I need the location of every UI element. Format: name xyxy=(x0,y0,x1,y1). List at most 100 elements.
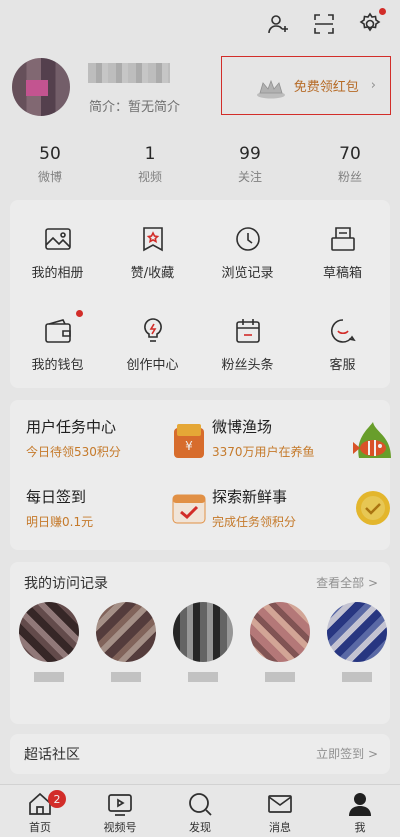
chevron-right-icon: › xyxy=(370,78,376,93)
bottom-tab-bar: 2 首页 视频号 发现 消息 我 xyxy=(0,784,400,837)
super-topic-card: 超话社区 立即签到 > xyxy=(10,734,390,774)
super-topic-title: 超话社区 xyxy=(24,747,80,763)
notification-dot xyxy=(379,8,386,15)
visit-avatar-item[interactable] xyxy=(250,602,310,682)
calendar-icon xyxy=(235,318,260,343)
user-intro[interactable]: 简介：暂无简介 xyxy=(89,96,180,115)
visitor-avatar xyxy=(96,602,156,662)
grid-label: 草稿箱 xyxy=(322,265,362,281)
stat-label: 微博 xyxy=(37,170,62,184)
task-daily-checkin[interactable]: 每日签到 明日赚0.1元 xyxy=(26,486,206,546)
grid-label: 我的相册 xyxy=(31,265,84,281)
draft-icon xyxy=(330,226,355,251)
tab-video[interactable]: 视频号 xyxy=(80,785,160,837)
stat-number: 99 xyxy=(239,144,261,164)
tab-label: 发现 xyxy=(189,821,211,834)
user-name-blurred[interactable] xyxy=(88,63,170,83)
grid-label: 创作中心 xyxy=(126,357,179,373)
stats-row: 50 微博 1 视频 99 关注 70 粉丝 xyxy=(0,144,400,185)
tab-label: 视频号 xyxy=(103,821,137,834)
grid-item-creator-center[interactable]: 创作中心 xyxy=(105,298,200,390)
crown-icon xyxy=(257,79,285,99)
stat-number: 1 xyxy=(144,144,156,164)
view-all-link[interactable]: 查看全部 > xyxy=(316,574,378,591)
stat-number: 70 xyxy=(339,144,361,164)
visit-avatar-item[interactable] xyxy=(173,602,233,682)
search-icon xyxy=(189,793,212,816)
stat-label: 视频 xyxy=(137,170,162,184)
tab-home[interactable]: 2 首页 xyxy=(0,785,80,837)
settings-gear-icon[interactable] xyxy=(358,8,386,36)
grid-item-customer-service[interactable]: 客服 xyxy=(295,298,390,390)
sign-in-now-link[interactable]: 立即签到 > xyxy=(316,745,378,762)
scan-icon[interactable] xyxy=(312,12,336,36)
visit-avatar-item[interactable] xyxy=(327,602,387,682)
video-icon xyxy=(108,794,132,816)
visitor-avatar xyxy=(173,602,233,662)
free-red-packet-button[interactable]: 免费领红包 › xyxy=(221,56,391,115)
like-collect-icon xyxy=(142,226,163,251)
fish-icon xyxy=(353,422,391,458)
visitor-avatar xyxy=(19,602,79,662)
stat-following[interactable]: 99 关注 xyxy=(200,144,300,185)
grid-item-wallet[interactable]: 我的钱包 xyxy=(10,298,105,390)
visitor-name-blurred xyxy=(34,672,64,682)
photo-icon xyxy=(44,227,71,250)
grid-label: 粉丝头条 xyxy=(221,357,274,373)
grid-item-album[interactable]: 我的相册 xyxy=(10,206,105,298)
tab-label: 消息 xyxy=(269,821,291,834)
visit-avatar-item[interactable] xyxy=(96,602,156,682)
svg-text:¥: ¥ xyxy=(185,439,193,453)
tab-discover[interactable]: 发现 xyxy=(160,785,240,837)
visit-history-title: 我的访问记录 xyxy=(24,576,108,592)
user-avatar[interactable] xyxy=(12,58,70,116)
visitor-avatar xyxy=(250,602,310,662)
stat-fans[interactable]: 70 粉丝 xyxy=(300,144,400,185)
gold-check-coin-icon xyxy=(356,491,390,525)
mail-icon xyxy=(268,795,292,813)
stat-label: 关注 xyxy=(237,170,262,184)
features-card: 我的相册 赞/收藏 浏览记录 草稿箱 我的钱包 创作中心 粉丝头条 客服 xyxy=(10,200,390,388)
grid-label: 我的钱包 xyxy=(31,357,84,373)
tab-me[interactable]: 我 xyxy=(320,785,400,837)
visitor-name-blurred xyxy=(188,672,218,682)
tab-messages[interactable]: 消息 xyxy=(240,785,320,837)
visit-history-card: 我的访问记录 查看全部 > xyxy=(10,562,390,724)
top-toolbar xyxy=(266,8,386,36)
visitor-name-blurred xyxy=(342,672,372,682)
add-friend-icon[interactable] xyxy=(266,12,290,36)
coin-box-icon: ¥ xyxy=(174,424,204,458)
person-icon xyxy=(349,793,371,816)
notification-dot xyxy=(76,310,83,317)
visitor-name-blurred xyxy=(111,672,141,682)
grid-label: 浏览记录 xyxy=(221,265,274,281)
grid-item-drafts[interactable]: 草稿箱 xyxy=(295,206,390,298)
stat-videos[interactable]: 1 视频 xyxy=(100,144,200,185)
grid-item-history[interactable]: 浏览记录 xyxy=(200,206,295,298)
visitor-name-blurred xyxy=(265,672,295,682)
visit-avatar-item[interactable] xyxy=(19,602,79,682)
wallet-icon xyxy=(44,318,71,343)
tab-label: 首页 xyxy=(29,821,51,834)
tab-label: 我 xyxy=(354,821,366,834)
visit-avatar-list xyxy=(19,602,387,682)
stat-posts[interactable]: 50 微博 xyxy=(0,144,100,185)
stat-number: 50 xyxy=(39,144,61,164)
bulb-icon xyxy=(143,317,162,342)
history-icon xyxy=(235,226,260,251)
red-packet-label: 免费领红包 xyxy=(293,80,359,95)
task-explore-new[interactable]: 探索新鲜事 完成任务领积分 xyxy=(212,486,390,546)
stat-label: 粉丝 xyxy=(337,170,362,184)
visitor-avatar xyxy=(327,602,387,662)
checkin-calendar-icon xyxy=(172,494,206,524)
grid-item-likes[interactable]: 赞/收藏 xyxy=(105,206,200,298)
tasks-card: 用户任务中心 今日待领530积分 ¥ 微博渔场 3370万用户在养鱼 每日签到 … xyxy=(10,400,391,550)
unread-badge: 2 xyxy=(48,790,66,808)
task-weibo-fishery[interactable]: 微博渔场 3370万用户在养鱼 xyxy=(212,416,391,476)
profile-page: 简介：暂无简介 免费领红包 › 50 微博 1 视频 99 关注 70 粉丝 我… xyxy=(0,0,400,837)
grid-item-fan-headline[interactable]: 粉丝头条 xyxy=(200,298,295,390)
service-icon xyxy=(330,318,356,343)
grid-label: 客服 xyxy=(329,357,356,373)
task-user-center[interactable]: 用户任务中心 今日待领530积分 ¥ xyxy=(26,416,204,476)
grid-label: 赞/收藏 xyxy=(130,265,175,281)
